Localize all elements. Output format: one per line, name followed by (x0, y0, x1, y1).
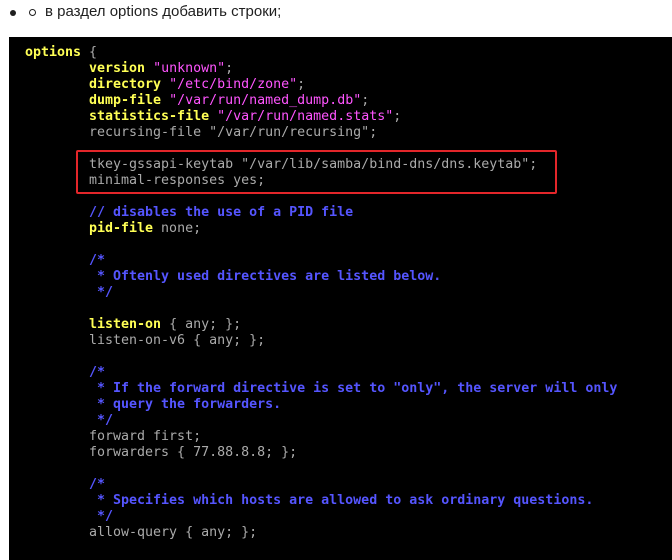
code-token: // disables the use of a PID file (89, 205, 354, 220)
code-line: */ (89, 509, 113, 525)
code-token: /* (89, 477, 106, 492)
code-line: // disables the use of a PID file (89, 205, 353, 221)
bullet-circle-icon (29, 9, 36, 16)
code-line: pid-file none; (89, 221, 201, 237)
code-line: * Oftenly used directives are listed bel… (89, 269, 441, 285)
code-token: listen-on-v6 { any; }; (89, 333, 266, 348)
code-line: recursing-file "/var/run/recursing"; (89, 125, 377, 141)
code-line: /* (89, 477, 105, 493)
code-block: options {version "unknown"; directory "/e… (9, 37, 672, 560)
code-line: dump-file "/var/run/named_dump.db"; (89, 93, 369, 109)
code-line: forward first; (89, 429, 201, 445)
highlight-box (76, 150, 557, 194)
code-token: * Specifies which hosts are allowed to a… (89, 493, 594, 508)
code-token: * query the forwarders. (89, 397, 282, 412)
code-line: /* (89, 253, 105, 269)
code-token: * Oftenly used directives are listed bel… (89, 269, 442, 284)
code-token: options (25, 45, 82, 60)
code-token: "/etc/bind/zone" (169, 77, 298, 92)
code-line: */ (89, 413, 113, 429)
code-token: listen-on (89, 317, 162, 332)
code-token: { (81, 45, 98, 60)
code-token: /* (89, 253, 106, 268)
bullet-dot-icon (10, 10, 16, 16)
code-line: statistics-file "/var/run/named.stats"; (89, 109, 401, 125)
code-line: * Specifies which hosts are allowed to a… (89, 493, 593, 509)
code-line: version "unknown"; (89, 61, 233, 77)
code-line: forwarders { 77.88.8.8; }; (89, 445, 297, 461)
code-token: forwarders { 77.88.8.8; }; (89, 445, 298, 460)
code-line: /* (89, 365, 105, 381)
code-token: ; (225, 61, 234, 76)
code-line: options { (25, 45, 97, 61)
code-line: * If the forward directive is set to "on… (89, 381, 617, 397)
code-line: directory "/etc/bind/zone"; (89, 77, 305, 93)
code-line: allow-query { any; }; (89, 525, 257, 541)
code-token: forward first; (89, 429, 202, 444)
code-line: listen-on { any; }; (89, 317, 241, 333)
code-token: version (89, 61, 146, 76)
code-token: */ (89, 285, 114, 300)
code-token: ; (297, 77, 306, 92)
code-token: statistics-file (89, 109, 210, 124)
code-token: * If the forward directive is set to "on… (89, 381, 618, 396)
code-line: listen-on-v6 { any; }; (89, 333, 265, 349)
code-token: dump-file (89, 93, 162, 108)
code-token: directory (89, 77, 162, 92)
code-token: ; (361, 93, 370, 108)
code-token: */ (89, 413, 114, 428)
code-token: "/var/run/named.stats" (217, 109, 394, 124)
instruction-text: в раздел options добавить строки; (45, 3, 282, 20)
code-token: none; (153, 221, 202, 236)
code-line: * query the forwarders. (89, 397, 281, 413)
config-code-screenshot: options {version "unknown"; directory "/e… (9, 37, 672, 560)
code-token: allow-query { any; }; (89, 525, 258, 540)
code-token: ; (393, 109, 402, 124)
code-token: /* (89, 365, 106, 380)
code-token: pid-file (89, 221, 154, 236)
code-line: */ (89, 285, 113, 301)
code-token: { any; }; (161, 317, 242, 332)
code-token: "unknown" (153, 61, 226, 76)
code-token: */ (89, 509, 114, 524)
code-token: recursing-file "/var/run/recursing"; (89, 125, 378, 140)
code-token: "/var/run/named_dump.db" (169, 93, 362, 108)
